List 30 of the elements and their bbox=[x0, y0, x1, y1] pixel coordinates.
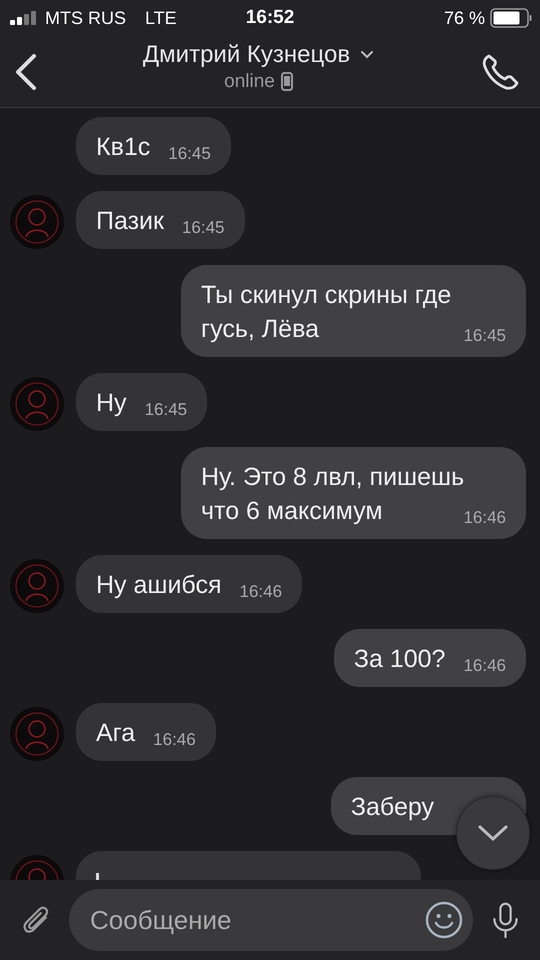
carrier-name: MTS RUS bbox=[45, 8, 126, 28]
mobile-icon bbox=[280, 72, 293, 91]
message-time: 16:46 bbox=[240, 582, 282, 602]
message-text: За 100? bbox=[354, 645, 446, 673]
online-status: online bbox=[224, 70, 275, 92]
message-time: 16:46 bbox=[153, 730, 196, 750]
message-text: Ну bbox=[96, 389, 127, 417]
message-time: 16:46 bbox=[463, 508, 506, 528]
status-time: 16:52 bbox=[246, 7, 294, 29]
message-text: Ага bbox=[96, 719, 136, 747]
message-time: 16:45 bbox=[182, 218, 225, 238]
battery-icon bbox=[490, 8, 532, 28]
message-text: Ну ашибся bbox=[96, 571, 222, 599]
chevron-down-icon[interactable] bbox=[360, 50, 374, 59]
message-text: Ты скинул скрины где гусь, Лёва bbox=[201, 281, 452, 343]
emoji-icon[interactable] bbox=[425, 901, 463, 939]
chevron-down-icon bbox=[477, 824, 509, 842]
message-text: Кв1с bbox=[96, 133, 150, 161]
message-time: 16:45 bbox=[168, 144, 211, 164]
battery-percent: 76 % bbox=[444, 8, 485, 28]
message-text: Заберу bbox=[350, 793, 434, 821]
message-text: Ну. Это 8 лвл, пишешь что 6 максимум bbox=[201, 463, 464, 525]
message-text: Пазик bbox=[96, 207, 164, 235]
back-icon[interactable] bbox=[15, 54, 37, 90]
contact-name[interactable]: Дмитрий Кузнецов bbox=[142, 40, 350, 68]
network-type: LTE bbox=[145, 8, 177, 28]
message-field[interactable]: Сообщение bbox=[69, 889, 473, 951]
message-time: 16:45 bbox=[144, 400, 188, 420]
message-time: 16:45 bbox=[463, 326, 506, 346]
message-time: 16:46 bbox=[463, 656, 506, 676]
